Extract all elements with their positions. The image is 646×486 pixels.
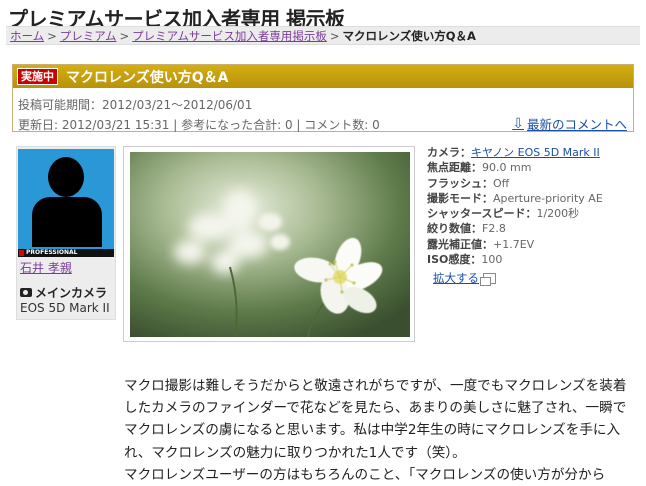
exif-row-focal: 焦点距離：90.0 mm bbox=[427, 160, 603, 175]
status-badge: 実施中 bbox=[17, 68, 58, 85]
main-camera-label: メインカメラ bbox=[20, 284, 107, 301]
exif-row-shutter: シャッタースピード：1/200秒 bbox=[427, 206, 603, 221]
exif-row-flash: フラッシュ：Off bbox=[427, 176, 603, 191]
avatar-body-silhouette bbox=[32, 197, 102, 247]
post-body: マクロ撮影は難しそうだからと敬遠されがちですが、一度でもマクロレンズを装着したカ… bbox=[124, 375, 634, 486]
exif-iso-value: 100 bbox=[481, 253, 503, 267]
exif-row-camera: カメラ：キヤノン EOS 5D Mark II bbox=[427, 145, 603, 160]
thread-header-box: 実施中 マクロレンズ使い方Q＆A 投稿可能期間：2012/03/21～2012/… bbox=[12, 64, 634, 132]
professional-badge: PROFESSIONAL bbox=[18, 249, 114, 257]
thread-title: マクロレンズ使い方Q＆A bbox=[66, 69, 229, 86]
exif-exposure-value: +1.7EV bbox=[493, 237, 535, 251]
thread-stats: 更新日: 2012/03/21 15:31 | 参考になった合計: 0 | コメ… bbox=[18, 118, 380, 132]
breadcrumb-separator: > bbox=[329, 29, 340, 43]
camera-icon bbox=[20, 288, 32, 297]
exif-shutter-key: シャッタースピード： bbox=[427, 207, 537, 221]
posting-period: 投稿可能期間：2012/03/21～2012/06/01 bbox=[18, 98, 253, 112]
exif-mode-key: 撮影モード： bbox=[427, 191, 493, 205]
post-paragraph: マクロ撮影は難しそうだからと敬遠されがちですが、一度でもマクロレンズを装着したカ… bbox=[124, 378, 627, 461]
exif-focal-key: 焦点距離： bbox=[427, 161, 482, 175]
post-photo[interactable] bbox=[130, 152, 410, 337]
breadcrumb-separator: > bbox=[47, 29, 57, 43]
exif-mode-value: Aperture-priority AE bbox=[493, 191, 603, 205]
author-profile-card: PROFESSIONAL 石井 孝親 メインカメラ EOS 5D Mark II bbox=[16, 146, 116, 320]
exif-flash-value: Off bbox=[493, 176, 510, 190]
exif-aperture-value: F2.8 bbox=[482, 222, 506, 236]
exif-shutter-value: 1/200秒 bbox=[536, 207, 580, 221]
exif-exposure-key: 露光補正値： bbox=[427, 237, 493, 251]
down-arrow-icon: ⇩ bbox=[512, 115, 524, 132]
exif-camera-key: カメラ： bbox=[427, 146, 471, 159]
professional-badge-label: PROFESSIONAL bbox=[26, 249, 78, 256]
exif-row-iso: ISO感度：100 bbox=[427, 252, 603, 267]
flower-photo bbox=[130, 152, 410, 337]
avatar-head-silhouette bbox=[48, 157, 84, 197]
author-name-link[interactable]: 石井 孝親 bbox=[20, 259, 72, 276]
breadcrumb: ホーム > プレミアム > プレミアムサービス加入者専用掲示板 > マクロレンズ使い方Q＆A bbox=[6, 26, 640, 45]
breadcrumb-separator: > bbox=[119, 29, 130, 43]
post-paragraph: マクロレンズユーザーの方はもちろんのこと、「マクロレンズの使い方が分から bbox=[124, 466, 606, 483]
breadcrumb-home[interactable]: ホーム bbox=[10, 29, 44, 43]
thread-title-bar: 実施中 マクロレンズ使い方Q＆A bbox=[13, 65, 633, 88]
exif-iso-key: ISO感度： bbox=[427, 253, 482, 267]
breadcrumb-premium[interactable]: プレミアム bbox=[60, 29, 117, 43]
exif-row-exposure: 露光補正値：+1.7EV bbox=[427, 237, 603, 252]
new-window-icon bbox=[480, 272, 496, 286]
enlarge-label: 拡大する bbox=[433, 271, 479, 285]
breadcrumb-premium-board[interactable]: プレミアムサービス加入者専用掲示板 bbox=[132, 29, 327, 43]
camera-model-link[interactable]: キヤノン EOS 5D Mark II bbox=[471, 146, 600, 159]
main-camera-model: EOS 5D Mark II bbox=[20, 301, 110, 315]
avatar[interactable] bbox=[18, 149, 114, 249]
breadcrumb-current: マクロレンズ使い方Q＆A bbox=[342, 29, 476, 43]
exif-row-aperture: 絞り数値：F2.8 bbox=[427, 221, 603, 236]
latest-comment-link[interactable]: ⇩ 最新のコメントへ bbox=[512, 114, 627, 133]
badge-marker bbox=[19, 250, 24, 256]
photo-frame bbox=[123, 146, 415, 342]
latest-comment-label: 最新のコメントへ bbox=[526, 117, 627, 132]
exif-flash-key: フラッシュ： bbox=[427, 176, 493, 190]
exif-row-mode: 撮影モード：Aperture-priority AE bbox=[427, 191, 603, 206]
exif-info: カメラ：キヤノン EOS 5D Mark II 焦点距離：90.0 mm フラッ… bbox=[427, 145, 603, 267]
enlarge-link[interactable]: 拡大する bbox=[433, 270, 496, 286]
exif-aperture-key: 絞り数値： bbox=[427, 222, 482, 236]
exif-focal-value: 90.0 mm bbox=[482, 161, 532, 175]
main-camera-label-text: メインカメラ bbox=[35, 286, 108, 300]
